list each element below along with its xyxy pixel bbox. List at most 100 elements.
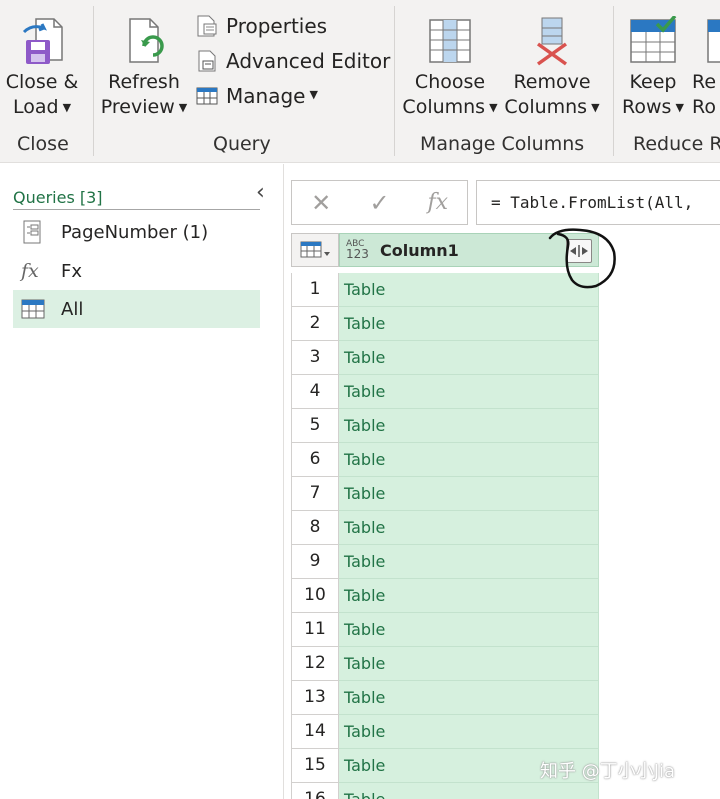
remove-columns-button[interactable]: Remove Columns ▼ <box>502 16 602 122</box>
table-cell[interactable]: Table <box>339 307 599 341</box>
table-cell[interactable]: Table <box>339 341 599 375</box>
table-cell[interactable]: Table <box>339 443 599 477</box>
table-query-icon <box>21 220 45 244</box>
choose-columns-button[interactable]: Choose Columns ▼ <box>400 16 500 122</box>
row-number[interactable]: 15 <box>291 749 339 783</box>
row-number[interactable]: 13 <box>291 681 339 715</box>
refresh-icon <box>120 16 168 66</box>
queries-header: Queries [3] <box>13 188 103 207</box>
remove-rows-label-2: Ro <box>692 96 716 118</box>
table-cell[interactable]: Table <box>339 375 599 409</box>
query-item-label: Fx <box>61 260 83 282</box>
remove-rows-label-1: Re <box>692 71 717 93</box>
watermark: 知乎 @丁小小Jia <box>540 761 676 782</box>
remove-rows-button[interactable]: Re Ro <box>692 16 720 120</box>
query-item-all[interactable]: All <box>13 290 260 328</box>
table-row: 11 Table <box>291 613 599 647</box>
row-number[interactable]: 10 <box>291 579 339 613</box>
remove-columns-label-2: Columns ▼ <box>504 96 600 118</box>
row-number[interactable]: 6 <box>291 443 339 477</box>
table-cell[interactable]: Table <box>339 579 599 613</box>
chevron-down-icon: ▼ <box>62 101 72 114</box>
table-cell[interactable]: Table <box>339 511 599 545</box>
close-load-label-2: Load ▼ <box>12 96 72 118</box>
group-label-manage-columns: Manage Columns <box>420 133 585 155</box>
remove-rows-icon <box>706 16 720 66</box>
refresh-preview-label-1: Refresh <box>108 71 180 93</box>
any-type-icon[interactable]: ABC 123 <box>346 240 370 261</box>
chevron-left-icon[interactable]: ‹ <box>256 182 265 204</box>
close-load-label-1: Close & <box>5 71 79 93</box>
table-cell[interactable]: Table <box>339 715 599 749</box>
fx-icon: fx <box>21 260 39 282</box>
keep-rows-label-2: Rows ▼ <box>622 96 684 118</box>
table-cell[interactable]: Table <box>339 545 599 579</box>
properties-button[interactable]: Properties <box>196 14 327 38</box>
table-cell[interactable]: Table <box>339 477 599 511</box>
queries-pane: Queries [3] ‹ PageNumber (1) fx Fx All <box>0 164 284 799</box>
expand-arrows-icon <box>570 245 588 257</box>
manage-label: Manage <box>226 84 306 108</box>
advanced-editor-icon <box>196 49 218 73</box>
column-name: Column1 <box>380 240 459 260</box>
row-number[interactable]: 3 <box>291 341 339 375</box>
refresh-preview-button[interactable]: Refresh Preview ▼ <box>100 16 188 122</box>
group-label-query: Query <box>213 133 271 155</box>
row-number[interactable]: 2 <box>291 307 339 341</box>
row-number[interactable]: 11 <box>291 613 339 647</box>
refresh-preview-label-2: Preview ▼ <box>100 96 188 118</box>
close-load-button[interactable]: Close & Load ▼ <box>4 16 80 122</box>
table-menu-icon <box>300 241 330 258</box>
remove-columns-label-1: Remove <box>513 71 591 93</box>
group-label-reduce-rows: Reduce R <box>633 133 720 155</box>
table-cell[interactable]: Table <box>339 647 599 681</box>
keep-rows-icon <box>629 14 677 66</box>
choose-columns-label-2: Columns ▼ <box>402 96 498 118</box>
chevron-down-icon: ▼ <box>591 101 600 114</box>
table-cell[interactable]: Table <box>339 409 599 443</box>
row-number[interactable]: 9 <box>291 545 339 579</box>
table-cell[interactable]: Table <box>339 783 599 799</box>
row-number[interactable]: 14 <box>291 715 339 749</box>
query-item-label: All <box>61 298 84 320</box>
table-cell[interactable]: Table <box>339 613 599 647</box>
save-close-icon <box>18 16 66 66</box>
table-menu-button[interactable] <box>291 233 339 267</box>
choose-columns-label-1: Choose <box>414 71 486 93</box>
table-cell[interactable]: Table <box>339 681 599 715</box>
table-row: 9 Table <box>291 545 599 579</box>
chevron-down-icon: ▼ <box>309 87 318 101</box>
cancel-icon[interactable]: ✕ <box>292 189 350 217</box>
manage-table-icon <box>196 84 218 108</box>
fx-icon[interactable]: fx <box>409 190 467 215</box>
expand-column-button[interactable] <box>566 239 592 263</box>
column-header-column1[interactable]: ABC 123 Column1 <box>339 233 599 267</box>
query-item-fx[interactable]: fx Fx <box>13 252 260 290</box>
query-item-label: PageNumber (1) <box>61 221 209 243</box>
keep-rows-label-1: Keep <box>629 71 677 93</box>
table-row: 16Table <box>291 783 599 799</box>
row-number[interactable]: 4 <box>291 375 339 409</box>
advanced-editor-label: Advanced Editor <box>226 49 391 73</box>
commit-icon[interactable]: ✓ <box>350 189 408 217</box>
data-grid: ABC 123 Column1 1 Table 2 Table 3 Table 4 Table… <box>291 233 599 799</box>
type-label-bottom: 123 <box>346 247 369 261</box>
table-row: 7 Table <box>291 477 599 511</box>
row-number[interactable]: 1 <box>291 273 339 307</box>
table-row: 13 Table <box>291 681 599 715</box>
table-cell[interactable]: Table <box>339 273 599 307</box>
query-item-pagenumber[interactable]: PageNumber (1) <box>13 213 260 251</box>
row-number[interactable]: 5 <box>291 409 339 443</box>
formula-bar-buttons: ✕ ✓ fx <box>291 180 468 225</box>
properties-icon <box>196 14 218 38</box>
row-number[interactable]: 12 <box>291 647 339 681</box>
advanced-editor-button[interactable]: Advanced Editor <box>196 49 390 73</box>
row-number[interactable]: 8 <box>291 511 339 545</box>
row-number[interactable]: 16 <box>291 783 339 799</box>
table-row: 2 Table <box>291 307 599 341</box>
manage-button[interactable]: Manage ▼ <box>196 84 318 108</box>
keep-rows-button[interactable]: Keep Rows ▼ <box>620 14 686 122</box>
group-divider <box>394 6 395 156</box>
row-number[interactable]: 7 <box>291 477 339 511</box>
formula-input[interactable]: = Table.FromList(All, <box>476 180 720 225</box>
